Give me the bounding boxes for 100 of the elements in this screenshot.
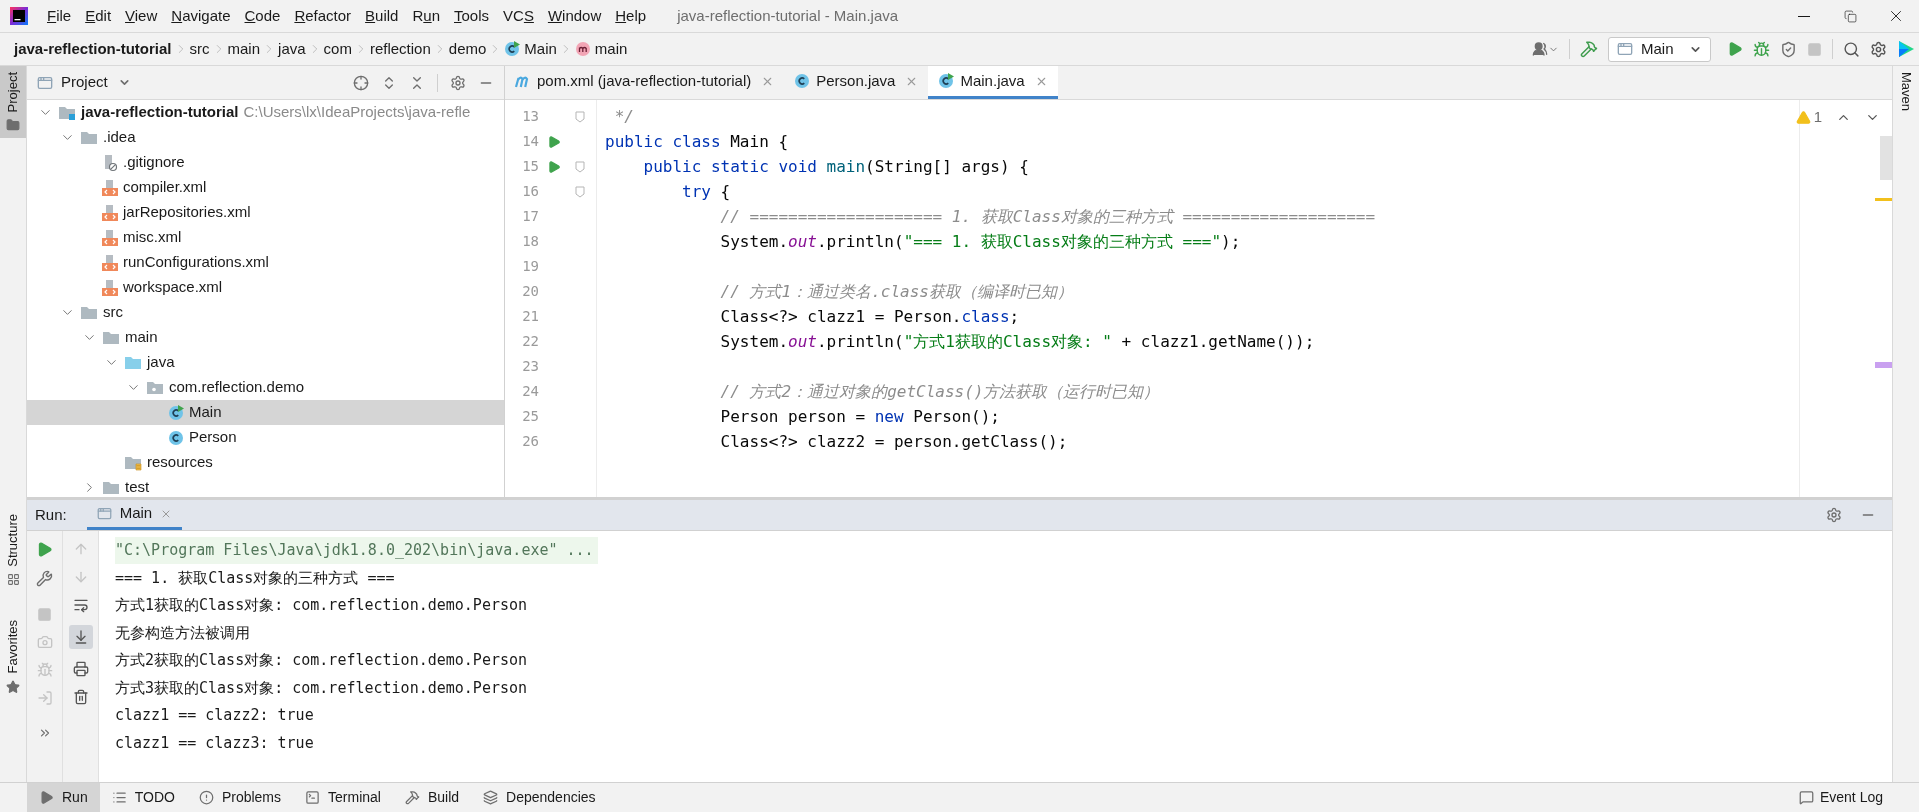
fold-marker-icon[interactable] (575, 160, 585, 173)
folder-icon (80, 304, 98, 321)
warning-indicator[interactable]: 1 (1795, 106, 1822, 129)
run-tab[interactable]: Main (86, 500, 183, 530)
warning-stripe (1875, 198, 1892, 201)
tree-label: Person (189, 427, 237, 448)
tree-item[interactable]: java-reflection-tutorial C:\Users\lx\IdeaProjects\java-refle (27, 100, 504, 125)
fold-marker-icon[interactable] (575, 110, 585, 123)
fold-marker-icon[interactable] (575, 185, 585, 198)
menu-item[interactable]: Window (540, 0, 609, 32)
tree-item[interactable]: main (27, 325, 504, 350)
tree-item[interactable]: Main (27, 400, 504, 425)
tree-item[interactable]: java (27, 350, 504, 375)
code-line: */ (613, 105, 634, 128)
run-icon[interactable] (1727, 41, 1743, 57)
tool-window-button[interactable]: Build (392, 783, 472, 812)
run-gutter-icon[interactable] (547, 159, 561, 174)
editor-tab[interactable]: pom.xml (java-reflection-tutorial) (505, 66, 785, 99)
tree-item[interactable]: misc.xml (27, 225, 504, 250)
search-icon[interactable] (1843, 40, 1860, 58)
console-line: 方式1获取的Class对象: com.reflection.demo.Person (115, 595, 528, 617)
line-number: 20 (521, 282, 539, 301)
code-line: Class<?> clazz2 = person.getClass(); (719, 430, 1068, 453)
tree-item[interactable]: .idea (27, 125, 504, 150)
menu-item[interactable]: Build (358, 0, 406, 32)
wrench-icon[interactable] (36, 570, 53, 587)
editor-tab[interactable]: Main.java (928, 66, 1058, 99)
folder-icon (58, 104, 76, 121)
tree-item[interactable]: src (27, 300, 504, 325)
tree-label: src (103, 302, 123, 323)
locate-icon[interactable] (353, 74, 369, 91)
run-icon (39, 790, 54, 805)
breadcrumb[interactable]: reflection (369, 37, 431, 61)
folder-icon (6, 118, 20, 133)
rerun-icon[interactable] (36, 541, 53, 558)
menu-item[interactable]: File (40, 0, 79, 32)
trash-icon[interactable] (72, 689, 89, 705)
tree-label: test (125, 477, 150, 497)
debug-icon[interactable] (1753, 40, 1770, 58)
soft-wrap-icon[interactable] (72, 597, 89, 613)
breadcrumb[interactable]: demo (448, 37, 487, 61)
scroll-to-end-button[interactable] (68, 625, 93, 649)
breadcrumb[interactable]: java (278, 37, 306, 61)
tool-window-button[interactable]: Problems (186, 783, 294, 812)
menu-item[interactable]: VCS (496, 0, 541, 32)
tree-item[interactable]: resources (27, 450, 504, 475)
coverage-icon[interactable] (1780, 40, 1797, 58)
settings-icon[interactable] (1870, 40, 1887, 58)
tool-window-button[interactable]: Structure (0, 508, 26, 593)
panel-title: Project (61, 72, 108, 93)
print-icon[interactable] (72, 661, 89, 677)
breadcrumb[interactable]: Main (504, 37, 557, 61)
tool-window-button[interactable]: Run (27, 783, 100, 812)
menu-item[interactable]: Refactor (287, 0, 359, 32)
tree-item[interactable]: Person (27, 425, 504, 450)
tool-window-button[interactable]: Project (0, 66, 26, 139)
tree-label: runConfigurations.xml (123, 252, 269, 273)
settings-icon[interactable] (1826, 507, 1842, 523)
menu-item[interactable]: Help (608, 0, 654, 32)
warning-icon (1795, 109, 1811, 125)
run-gutter-icon[interactable] (547, 134, 561, 149)
tree-item[interactable]: com.reflection.demo (27, 375, 504, 400)
menu-item[interactable]: Run (405, 0, 447, 32)
breadcrumb[interactable]: com (323, 37, 352, 61)
breadcrumb[interactable]: java-reflection-tutorial (14, 37, 172, 61)
menu-item[interactable]: View (118, 0, 165, 32)
tree-item[interactable]: runConfigurations.xml (27, 250, 504, 275)
toolbox-logo-icon[interactable] (1897, 40, 1915, 58)
editor-tab[interactable]: Person.java (784, 66, 929, 99)
breadcrumb[interactable]: main (574, 37, 628, 61)
tool-window-button[interactable]: Maven (1896, 66, 1916, 118)
build-icon[interactable] (1580, 40, 1598, 58)
run-configuration-dropdown[interactable]: Main (1608, 36, 1711, 62)
breadcrumb[interactable]: src (189, 37, 210, 61)
scrollbar-thumb[interactable] (1880, 136, 1892, 180)
settings-icon[interactable] (450, 74, 466, 91)
event-log-button[interactable]: Event Log (1798, 783, 1883, 812)
tool-window-button[interactable]: Favorites (0, 614, 26, 700)
code-line: System.out.println("方式1获取的Class对象: " + clazz1.getName()); (719, 330, 1315, 353)
menu-item[interactable]: Code (237, 0, 288, 32)
terminal-icon (305, 790, 321, 805)
tool-window-button[interactable]: Dependencies (471, 783, 608, 812)
menu-item[interactable]: Tools (447, 0, 497, 32)
breadcrumb[interactable]: main (227, 37, 261, 61)
tree-item[interactable]: compiler.xml (27, 175, 504, 200)
account-button[interactable] (1532, 41, 1559, 57)
line-number: 17 (521, 207, 539, 226)
package-icon (146, 379, 164, 396)
line-number: 14 (521, 132, 539, 151)
line-number: 16 (521, 182, 539, 201)
tool-window-button[interactable]: TODO (99, 783, 187, 812)
tree-item[interactable]: .gitignore (27, 150, 504, 175)
menu-item[interactable]: Edit (78, 0, 119, 32)
tool-window-button[interactable]: Terminal (293, 783, 393, 812)
tree-item[interactable]: jarRepositories.xml (27, 200, 504, 225)
menu-item[interactable]: Navigate (164, 0, 238, 32)
tree-item[interactable]: test (27, 475, 504, 497)
tree-item[interactable]: workspace.xml (27, 275, 504, 300)
maven-icon (515, 74, 531, 88)
app-logo (10, 7, 28, 25)
